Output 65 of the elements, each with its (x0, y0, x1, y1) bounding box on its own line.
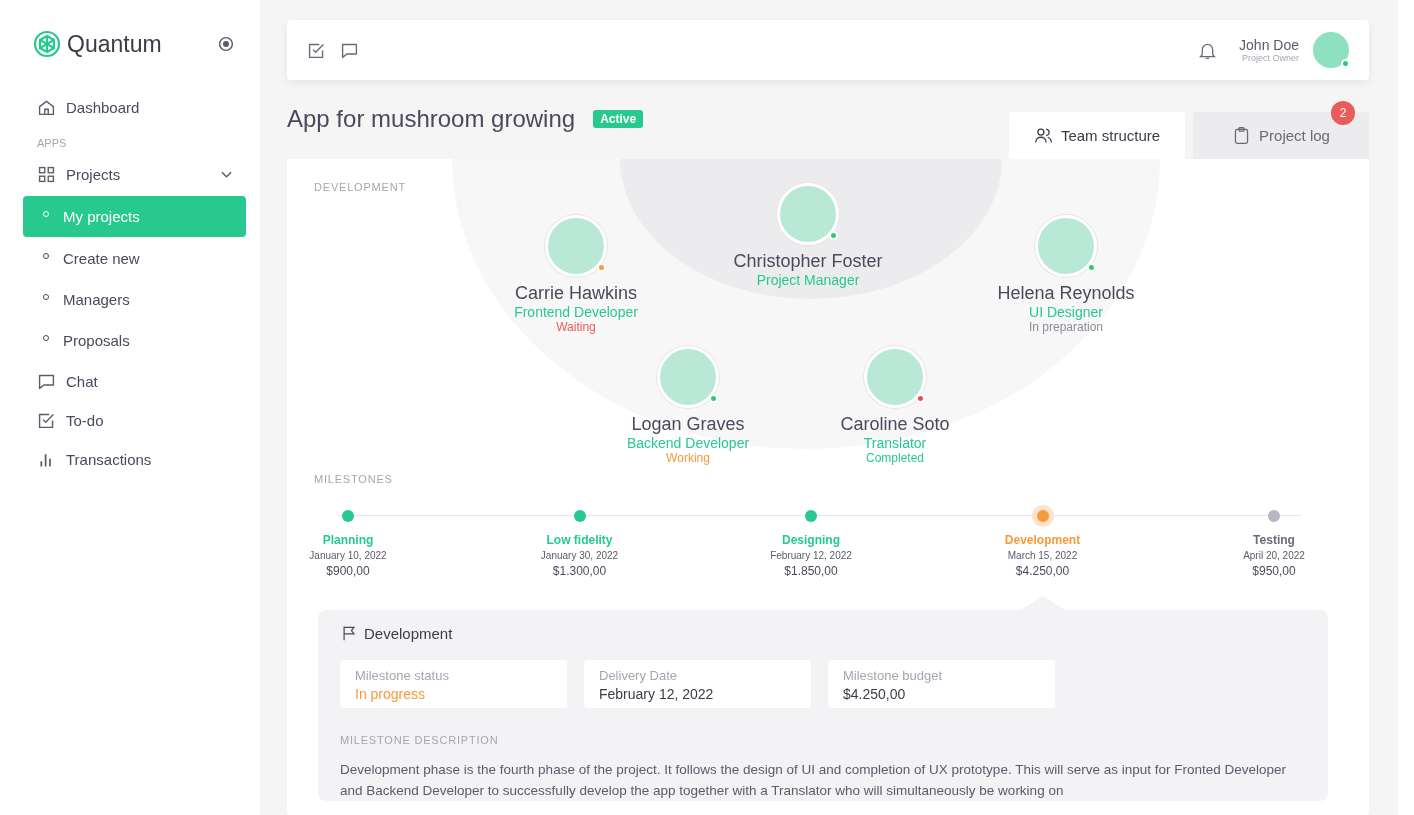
tab[interactable]: Team structure (1009, 112, 1185, 159)
count-badge: 2 (1331, 101, 1355, 125)
field-label: Milestone budget (843, 668, 943, 683)
milestone-date: April 20, 2022 (1243, 550, 1305, 561)
member-role: UI Designer (1029, 304, 1103, 320)
people-icon (1033, 126, 1053, 145)
section-label: MILESTONES (313, 472, 394, 485)
home-icon (37, 98, 56, 117)
user-role: Project Owner (1241, 53, 1299, 63)
flag-icon (340, 624, 358, 642)
milestone-date: January 30, 2022 (540, 550, 619, 561)
milestone-amount: $4.250,00 (1015, 564, 1070, 578)
milestone-amount: $950,00 (1252, 564, 1296, 578)
avatar[interactable] (1313, 32, 1349, 68)
member-name: Helena Reynolds (997, 283, 1135, 304)
milestone-dot[interactable] (1268, 510, 1280, 522)
logo-text: Quantum (67, 30, 162, 58)
milestone-amount: $900,00 (326, 564, 370, 578)
checkbox-icon (37, 411, 56, 430)
member-status: Waiting (556, 320, 596, 334)
member-role: Translator (863, 435, 927, 451)
member-status: In preparation (1028, 320, 1104, 334)
nav-item[interactable]: Create new (23, 239, 246, 278)
member-name: Logan Graves (631, 414, 745, 435)
field-value: $4.250,00 (843, 686, 907, 702)
member-role: Backend Developer (626, 435, 750, 451)
milestone-amount: $1.300,00 (552, 564, 607, 578)
member-role: Project Manager (756, 272, 860, 288)
nav-item[interactable]: Proposals (23, 321, 246, 360)
nav-item[interactable]: Chat (23, 362, 246, 401)
user-name: John Doe (1239, 37, 1299, 53)
status-badge: Active (593, 110, 644, 128)
target-icon[interactable] (216, 34, 236, 54)
milestone-date: February 12, 2022 (770, 550, 852, 561)
nav-item[interactable]: Managers (23, 280, 246, 319)
nav-item[interactable]: Dashboard (23, 88, 246, 127)
section-label: APPS (36, 136, 68, 151)
chat-icon (37, 372, 56, 391)
description-text: Development phase is the fourth phase of the project. It follows the design of UI and completion of UX prototype. This will serve as input for Fronted Developer and Backend Developer to successfully develop the app together with a Translator who will simultaneously be working on (340, 761, 1287, 800)
detail-title: Development (364, 624, 453, 642)
member-name: Carrie Hawkins (515, 283, 637, 304)
milestone-dot[interactable] (342, 510, 354, 522)
milestone-dot[interactable] (573, 510, 586, 522)
field-label: Milestone status (355, 668, 450, 683)
nav-item[interactable]: Projects (23, 155, 246, 194)
nav-item[interactable]: To-do (23, 401, 246, 440)
milestone-date: January 10, 2022 (309, 550, 387, 561)
project-title: App for mushroom growing (287, 105, 576, 133)
member-role: Frontend Developer (514, 304, 638, 320)
section-label: DEVELOPMENT (314, 181, 406, 193)
milestone-amount: $1.850,00 (784, 564, 838, 578)
field-value: In progress (355, 686, 427, 702)
field-value: February 12, 2022 (599, 686, 715, 702)
section-label: MILESTONE DESCRIPTION (340, 734, 500, 746)
grid-icon (37, 165, 56, 184)
milestone-dot[interactable] (805, 510, 817, 522)
member-status: Working (666, 451, 710, 465)
milestone-date: March 15, 2022 (1007, 550, 1078, 561)
member-name: Christopher Foster (733, 251, 883, 272)
member-name: Caroline Soto (840, 414, 950, 435)
nav-item[interactable]: Transactions (23, 440, 246, 479)
member-status: Completed (866, 451, 924, 465)
field-label: Delivery Date (599, 668, 679, 683)
logo-icon (33, 30, 61, 58)
milestone-name[interactable]: Testing (1253, 533, 1295, 547)
